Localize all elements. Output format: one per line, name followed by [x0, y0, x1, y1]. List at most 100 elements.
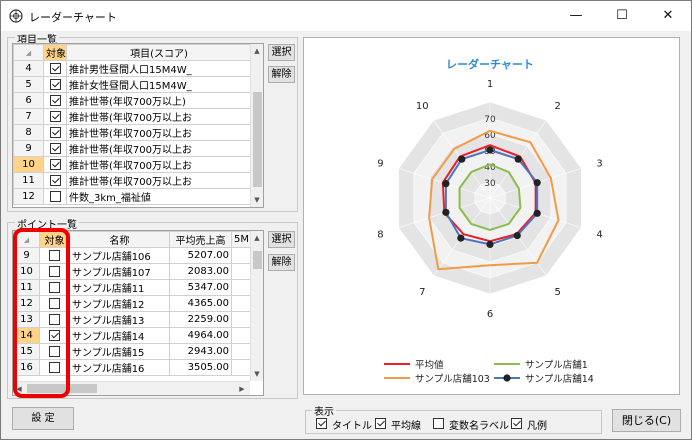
target-cell[interactable] — [43, 140, 67, 157]
row-number[interactable]: 12 — [13, 188, 44, 205]
items-clear-button[interactable]: 解除 — [268, 66, 295, 83]
scroll-right-icon[interactable]: ▶ — [236, 382, 248, 395]
point-sales-cell[interactable]: 2259.00 — [169, 311, 232, 328]
maximize-button[interactable]: ☐ — [599, 1, 645, 31]
row-number[interactable]: 8 — [13, 124, 44, 141]
corner-cell[interactable]: ◢ — [13, 44, 44, 61]
item-name-cell[interactable]: 推計男性昼間人口15M4W_ — [66, 60, 252, 77]
target-cell[interactable] — [43, 156, 67, 173]
option-varlabel-checkbox[interactable] — [433, 418, 444, 429]
items-col-name[interactable]: 項目(スコア) — [66, 44, 252, 61]
target-checkbox[interactable] — [49, 142, 61, 154]
items-row[interactable]: 12 件数_3km_福祉値 — [13, 188, 252, 205]
item-name-cell[interactable]: 推計世帯(年収700万以上お — [66, 124, 252, 141]
item-name-cell[interactable]: 件数_3km_福祉値 — [66, 188, 252, 205]
point-sales-cell[interactable]: 2083.00 — [169, 263, 232, 280]
items-grid: ◢ 対象 項目(スコア) 4 推計男性昼間人口15M4W_ 5 推計女性昼間人口15M… — [12, 43, 264, 208]
point-name-cell[interactable]: サンプル店舗107 — [69, 263, 170, 280]
point-name-cell[interactable]: サンプル店舗15 — [69, 343, 170, 360]
item-name-cell[interactable]: 推計世帯(年収700万以上お — [66, 108, 252, 125]
point-sales-cell[interactable]: 3505.00 — [169, 359, 232, 376]
point-name-cell[interactable]: サンプル店舗14 — [69, 327, 170, 344]
row-number[interactable]: 11 — [13, 172, 44, 189]
points-col-sales[interactable]: 平均売上高 — [169, 231, 232, 248]
scroll-up-icon[interactable]: ▲ — [251, 44, 263, 58]
items-row[interactable]: 9 推計世帯(年収700万以上お — [13, 140, 252, 157]
point-sales-cell[interactable]: 4964.00 — [169, 327, 232, 344]
item-name-cell[interactable]: 推計世帯(年収700万以上) — [66, 92, 252, 109]
point-sales-cell[interactable]: 5347.00 — [169, 279, 232, 296]
points-clear-button[interactable]: 解除 — [268, 254, 295, 271]
series-marker — [457, 234, 465, 242]
point-name-cell[interactable]: サンプル店舗106 — [69, 247, 170, 264]
points-select-button[interactable]: 選択 — [268, 231, 295, 248]
target-cell[interactable] — [43, 60, 67, 77]
target-cell[interactable] — [43, 76, 67, 93]
row-number[interactable]: 6 — [13, 92, 44, 109]
point-5m-cell[interactable] — [231, 343, 252, 360]
option-legend-checkbox[interactable] — [511, 418, 522, 429]
minimize-button[interactable]: — — [553, 1, 599, 31]
point-name-cell[interactable]: サンプル店舗12 — [69, 295, 170, 312]
items-row[interactable]: 8 推計世帯(年収700万以上お — [13, 124, 252, 141]
item-name-cell[interactable]: 推計世帯(年収700万以上お — [66, 172, 252, 189]
target-cell[interactable] — [43, 108, 67, 125]
item-name-cell[interactable]: 推計世帯(年収700万以上お — [66, 140, 252, 157]
items-row[interactable]: 7 推計世帯(年収700万以上お — [13, 108, 252, 125]
target-checkbox[interactable] — [49, 110, 61, 122]
target-checkbox[interactable] — [49, 126, 61, 138]
items-col-target[interactable]: 対象 — [43, 44, 67, 61]
target-cell[interactable] — [43, 172, 67, 189]
point-5m-cell[interactable] — [231, 311, 252, 328]
scroll-up-icon[interactable]: ▲ — [251, 231, 263, 245]
option-average-checkbox[interactable] — [375, 418, 386, 429]
point-name-cell[interactable]: サンプル店舗13 — [69, 311, 170, 328]
point-5m-cell[interactable] — [231, 263, 252, 280]
target-checkbox[interactable] — [49, 62, 61, 74]
target-checkbox[interactable] — [49, 158, 61, 170]
items-scroll-thumb[interactable] — [253, 92, 262, 187]
item-name-cell[interactable]: 推計世帯(年収700万以上お — [66, 156, 252, 173]
items-row[interactable]: 10 推計世帯(年収700万以上お — [13, 156, 252, 173]
scroll-down-icon[interactable]: ▼ — [251, 367, 263, 381]
point-5m-cell[interactable] — [231, 327, 252, 344]
row-number[interactable]: 10 — [13, 156, 44, 173]
row-number[interactable]: 9 — [13, 140, 44, 157]
items-row[interactable]: 6 推計世帯(年収700万以上) — [13, 92, 252, 109]
scroll-down-icon[interactable]: ▼ — [251, 193, 263, 207]
items-row[interactable]: 4 推計男性昼間人口15M4W_ — [13, 60, 252, 77]
close-window-button[interactable]: ✕ — [645, 1, 691, 31]
point-name-cell[interactable]: サンプル店舗11 — [69, 279, 170, 296]
target-cell[interactable] — [43, 92, 67, 109]
points-scroll-thumb[interactable] — [253, 251, 262, 269]
target-cell[interactable] — [43, 124, 67, 141]
target-checkbox[interactable] — [49, 190, 61, 202]
point-5m-cell[interactable] — [231, 247, 252, 264]
axis-label: 9 — [377, 158, 383, 169]
option-title-checkbox[interactable] — [316, 418, 327, 429]
target-checkbox[interactable] — [49, 94, 61, 106]
items-vscroll[interactable]: ▲ ▼ — [250, 44, 263, 207]
point-sales-cell[interactable]: 2943.00 — [169, 343, 232, 360]
point-5m-cell[interactable] — [231, 279, 252, 296]
row-number[interactable]: 5 — [13, 76, 44, 93]
point-name-cell[interactable]: サンプル店舗16 — [69, 359, 170, 376]
settings-button[interactable]: 設 定 — [12, 407, 74, 430]
items-select-button[interactable]: 選択 — [268, 44, 295, 61]
target-checkbox[interactable] — [49, 78, 61, 90]
items-row[interactable]: 5 推計女性昼間人口15M4W_ — [13, 76, 252, 93]
point-sales-cell[interactable]: 5207.00 — [169, 247, 232, 264]
point-5m-cell[interactable] — [231, 295, 252, 312]
points-col-name[interactable]: 名称 — [69, 231, 170, 248]
target-cell[interactable] — [43, 188, 67, 205]
points-vscroll[interactable]: ▲ ▼ — [250, 231, 263, 381]
close-button[interactable]: 閉じる(C) — [612, 409, 681, 432]
row-number[interactable]: 7 — [13, 108, 44, 125]
point-sales-cell[interactable]: 4365.00 — [169, 295, 232, 312]
points-col-5m[interactable]: 5M — [231, 231, 252, 248]
items-row[interactable]: 11 推計世帯(年収700万以上お — [13, 172, 252, 189]
item-name-cell[interactable]: 推計女性昼間人口15M4W_ — [66, 76, 252, 93]
target-checkbox[interactable] — [49, 174, 61, 186]
point-5m-cell[interactable] — [231, 359, 252, 376]
row-number[interactable]: 4 — [13, 60, 44, 77]
